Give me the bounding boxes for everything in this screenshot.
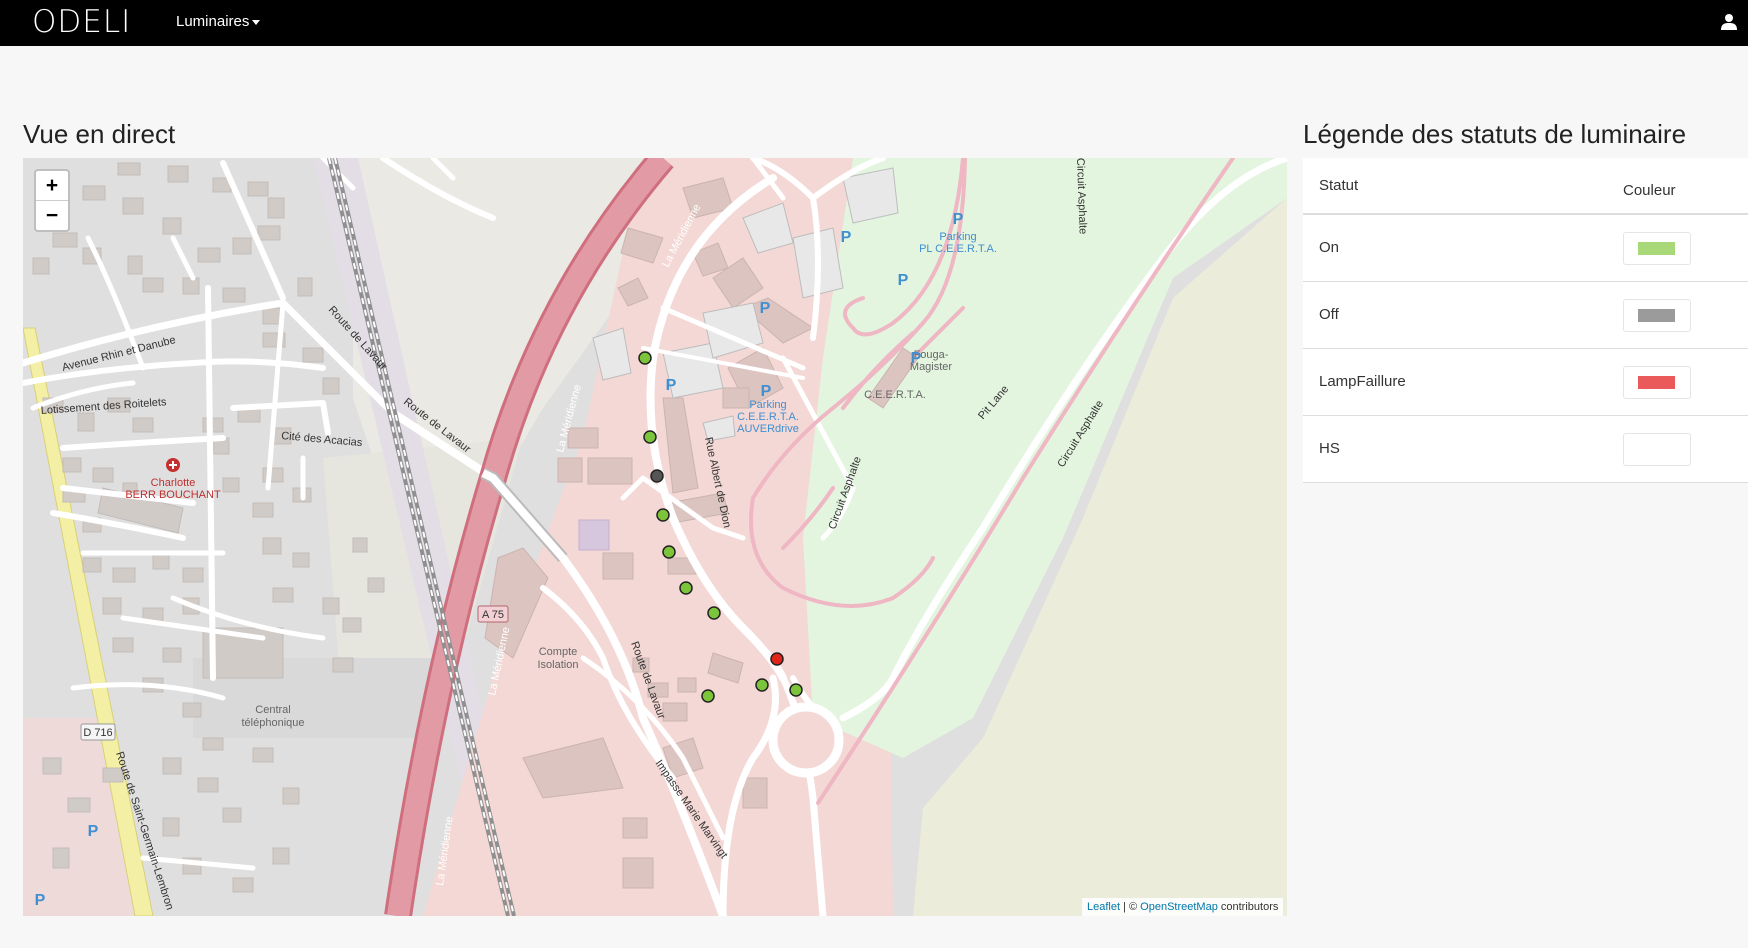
map-label-parking-cee-3: AUVERdrive [737,423,799,435]
parking-icon: P [88,823,99,840]
status-legend-table: Statut Couleur On Off LampFaillure HS [1303,158,1748,483]
road-shield-d716: D 716 [83,727,112,739]
luminaires-menu-label: Luminaires [176,13,250,30]
parking-icon: P [898,272,909,289]
lamp-marker-off[interactable] [650,469,664,483]
parking-icon: P [953,211,964,228]
legend-color-box [1623,433,1691,466]
luminaires-menu[interactable]: Luminaires [176,12,261,32]
lamp-marker-lampfaillure[interactable] [770,652,784,666]
zoom-in-button[interactable]: + [36,171,68,200]
osm-link[interactable]: OpenStreetMap [1140,901,1218,913]
legend-row-off: Off [1303,282,1748,349]
legend-swatch [1638,376,1675,389]
legend-col-status: Statut [1319,177,1359,194]
legend-status-label: HS [1319,440,1340,457]
parking-icon: P [761,383,772,400]
live-view-title: Vue en direct [23,119,176,149]
legend-swatch [1638,242,1675,255]
legend-status-label: LampFaillure [1319,373,1406,390]
lamp-marker-on[interactable] [662,545,676,559]
map-label-central-2: téléphonique [241,717,304,729]
map-label-charlotte: Charlotte [151,477,196,489]
leaflet-link[interactable]: Leaflet [1087,901,1120,913]
attribution-sep: | © [1120,901,1141,913]
lamp-marker-on[interactable] [701,689,715,703]
legend-color-box [1623,366,1691,399]
legend-swatch [1638,443,1675,456]
parking-icon: P [760,300,771,317]
map-label-parking-pl-2: PL C.E.E.R.T.A. [919,243,997,255]
map-label-parking-cee-2: C.E.E.R.T.A. [737,411,799,423]
lamp-marker-on[interactable] [755,678,769,692]
map-label-parking-pl-1: Parking [939,231,976,243]
legend-swatch [1638,309,1675,322]
legend-color-box [1623,299,1691,332]
lamp-marker-on[interactable] [656,508,670,522]
attribution-tail: contributors [1217,901,1279,913]
legend-header: Statut Couleur [1303,158,1748,215]
legend-row-hs: HS [1303,416,1748,483]
parking-icon: P [35,892,46,909]
map-label-berr: BERR BOUCHANT [125,489,221,501]
top-navbar: ODELI Luminaires [0,0,1748,46]
lamp-marker-on[interactable] [789,683,803,697]
lamp-marker-on[interactable] [679,581,693,595]
lamp-marker-on[interactable] [643,430,657,444]
map-label-central-1: Central [255,704,290,716]
brand-logo[interactable]: ODELI [32,2,131,42]
live-map[interactable]: Avenue Rhin et Danube Lotissement des Ro… [23,158,1287,916]
legend-row-lampfaillure: LampFaillure [1303,349,1748,416]
map-label-compte-2: Isolation [538,659,579,671]
legend-row-on: On [1303,215,1748,282]
legend-status-label: Off [1319,306,1339,323]
caret-down-icon [252,19,261,25]
road-shield-a75: A 75 [482,609,504,621]
legend-title: Légende des statuts de luminaire [1303,119,1687,149]
legend-status-label: On [1319,239,1340,256]
parking-icon: P [841,229,852,246]
map-label-parking-cee-1: Parking [749,399,786,411]
map-label-ceerta: C.E.E.R.T.A. [864,389,926,401]
parking-icon: P [911,350,922,367]
lamp-marker-on[interactable] [638,351,652,365]
map-label-compte-1: Compte [539,646,578,658]
parking-icon: P [666,377,677,394]
legend-color-box [1623,232,1691,265]
zoom-control: + − [34,169,70,232]
lamp-marker-on[interactable] [707,606,721,620]
user-icon[interactable] [1720,13,1738,31]
map-attribution: Leaflet | © OpenStreetMap contributors [1082,898,1284,916]
zoom-out-button[interactable]: − [36,200,68,230]
